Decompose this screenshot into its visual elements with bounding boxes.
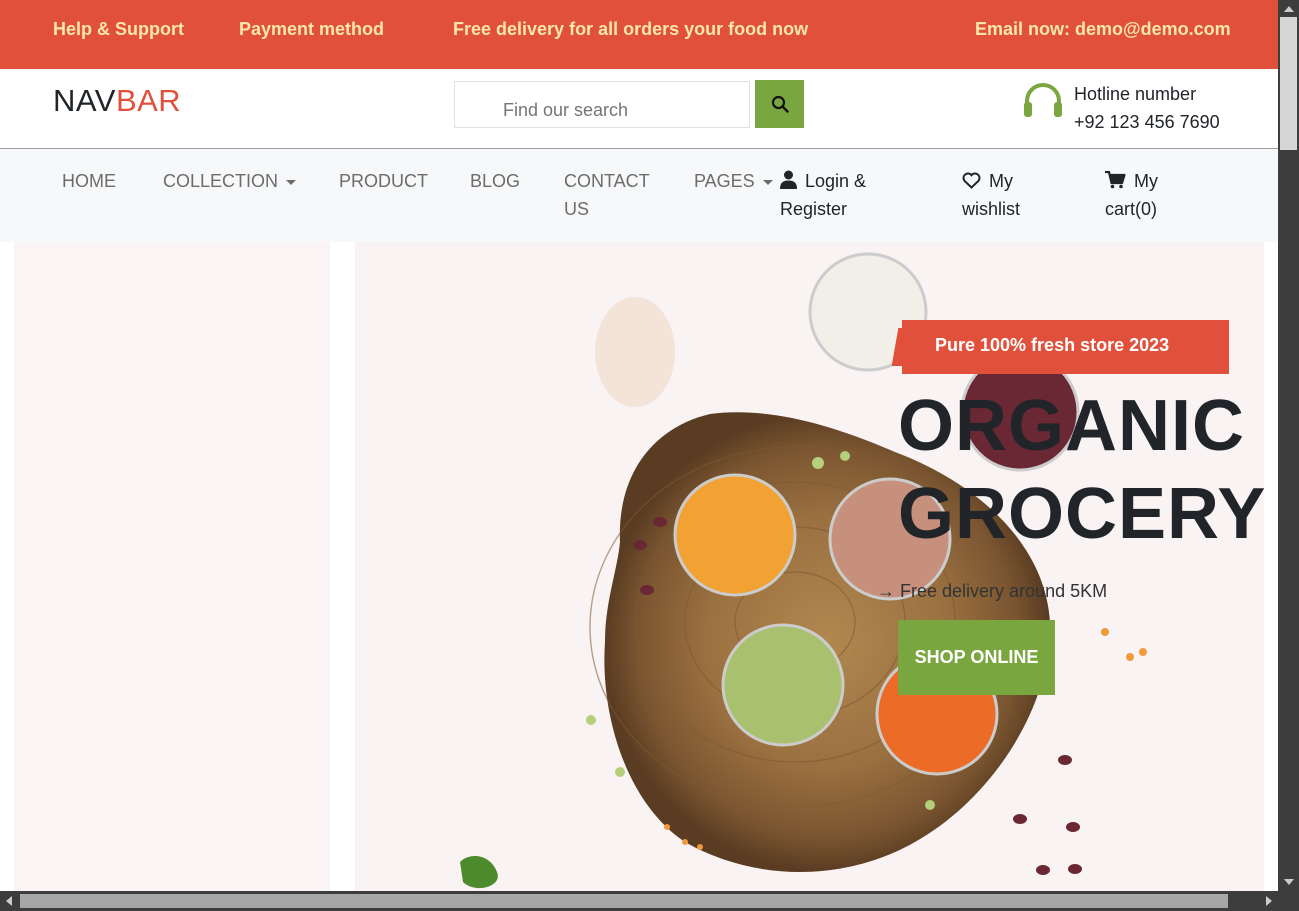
nav-pages-label: PAGES: [694, 171, 755, 191]
nav-product-label: PRODUCT: [339, 171, 428, 191]
help-support-link[interactable]: Help & Support: [53, 19, 184, 40]
left-banner-panel: [14, 242, 330, 891]
search-icon: [771, 95, 789, 113]
main-nav: HOME COLLECTION PRODUCT BLOG CONTACT US P…: [0, 149, 1278, 242]
content: Pure 100% fresh store 2023 ORGANIC GROCE…: [0, 242, 1278, 891]
logo[interactable]: NAVBAR: [53, 83, 181, 119]
nav-blog[interactable]: BLOG: [470, 167, 520, 195]
scroll-left-arrow-icon[interactable]: [6, 896, 12, 906]
caret-down-icon: [286, 179, 297, 185]
nav-home[interactable]: HOME: [62, 167, 116, 195]
heart-icon: [962, 172, 981, 189]
arrow-right-icon: →: [877, 581, 901, 601]
hero-title: ORGANIC GROCERY: [898, 382, 1264, 558]
caret-down-icon: [762, 179, 773, 185]
hero-title-line2: GROCERY: [898, 474, 1264, 554]
top-bar: Help & Support Payment method Free deliv…: [0, 0, 1278, 69]
logo-accent: BAR: [115, 83, 182, 118]
nav-pages[interactable]: PAGES: [694, 167, 773, 195]
horizontal-scrollbar[interactable]: [0, 891, 1278, 911]
headset-icon: [1024, 83, 1062, 117]
nav-contact-label-1: CONTACT: [564, 171, 650, 191]
login-label-2: Register: [780, 199, 848, 219]
nav-collection-label: COLLECTION: [163, 171, 279, 191]
horizontal-scroll-thumb[interactable]: [20, 894, 1228, 908]
nav-login-register[interactable]: Login & Register: [780, 167, 866, 223]
nav-blog-label: BLOG: [470, 171, 521, 191]
wishlist-label-2: wishlist: [962, 199, 1021, 219]
hotline-number[interactable]: +92 123 456 7690: [1074, 112, 1220, 133]
search-button[interactable]: [755, 80, 804, 128]
nav-home-label: HOME: [62, 171, 116, 191]
hero-banner: Pure 100% fresh store 2023 ORGANIC GROCE…: [355, 242, 1264, 891]
vertical-scrollbar[interactable]: [1278, 0, 1299, 891]
header: NAVBAR Hotline number +92 123 456 7690: [0, 69, 1278, 149]
hero-subtitle: → Free delivery around 5KM: [877, 581, 1107, 602]
nav-contact-label-2: US: [564, 199, 590, 219]
login-label-1: Login &: [805, 171, 867, 191]
search-input[interactable]: [454, 81, 750, 128]
vertical-scroll-thumb[interactable]: [1280, 17, 1297, 150]
scroll-right-arrow-icon[interactable]: [1266, 896, 1272, 906]
hero-subtitle-text: Free delivery around 5KM: [900, 581, 1108, 601]
user-icon: [780, 170, 797, 189]
wishlist-label-1: My: [989, 171, 1013, 191]
cart-icon: [1105, 171, 1126, 189]
email-link[interactable]: Email now: demo@demo.com: [975, 19, 1231, 40]
scrollbar-corner: [1278, 891, 1299, 911]
promo-badge: Pure 100% fresh store 2023: [902, 320, 1229, 374]
shop-online-button[interactable]: SHOP ONLINE: [898, 620, 1055, 695]
payment-method-link[interactable]: Payment method: [239, 19, 384, 40]
scroll-up-arrow-icon[interactable]: [1284, 6, 1294, 12]
nav-wishlist[interactable]: My wishlist: [962, 167, 1020, 223]
logo-main: NAV: [53, 83, 116, 118]
nav-cart[interactable]: My cart(0): [1105, 167, 1158, 223]
cart-label-1: My: [1134, 171, 1158, 191]
hero-title-line1: ORGANIC: [898, 386, 1245, 466]
scroll-down-arrow-icon[interactable]: [1284, 879, 1294, 885]
nav-contact[interactable]: CONTACT US: [564, 167, 650, 223]
page: Help & Support Payment method Free deliv…: [0, 0, 1278, 891]
nav-collection[interactable]: COLLECTION: [163, 167, 297, 195]
free-delivery-text: Free delivery for all orders your food n…: [453, 19, 809, 39]
hotline-label: Hotline number: [1074, 84, 1197, 104]
cart-label-2: cart(0): [1105, 199, 1158, 219]
nav-product[interactable]: PRODUCT: [339, 167, 428, 195]
